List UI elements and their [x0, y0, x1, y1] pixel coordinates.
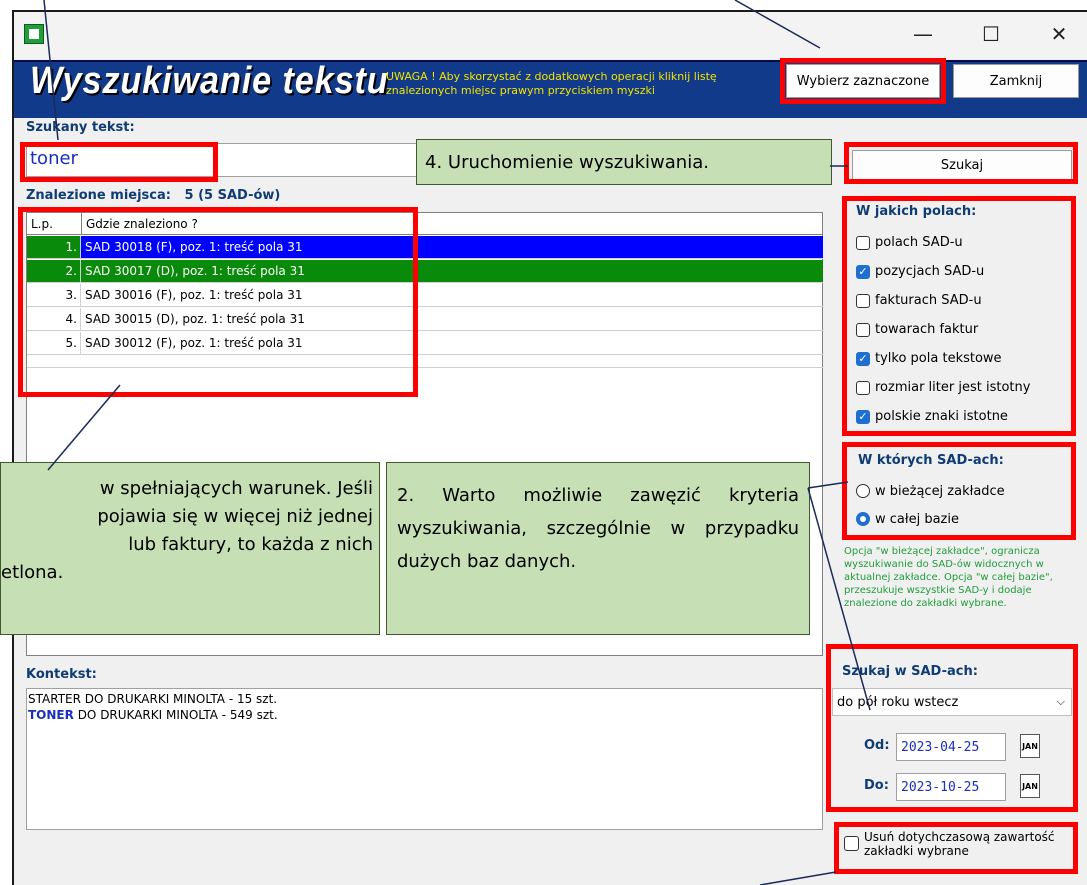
checkbox-polish-chars[interactable]: ✓ polskie znaki istotne: [856, 402, 1030, 431]
context-line: TONER DO DRUKARKI MINOLTA - 549 szt.: [28, 708, 278, 722]
to-label: Do:: [864, 778, 889, 793]
close-button[interactable]: Zamknij: [953, 64, 1079, 98]
radio-icon[interactable]: [856, 484, 870, 498]
checkbox-text-only[interactable]: ✓ tylko pola tekstowe: [856, 344, 1030, 373]
range-select[interactable]: do pół roku wstecz ⌵: [832, 688, 1072, 716]
radio-whole-db[interactable]: w całej bazie: [856, 508, 959, 530]
checkbox-label: rozmiar liter jest istotny: [875, 380, 1031, 395]
callout-narrow-criteria: 2. Warto możliwie zawęzić kryteria wyszu…: [386, 462, 810, 635]
checkbox-label: tylko pola tekstowe: [875, 351, 1002, 366]
checkbox-sad-fields[interactable]: polach SAD-u: [856, 228, 1030, 257]
sad-panel-note: Opcja "w bieżącej zakładce", ogranicza w…: [844, 546, 1053, 609]
fields-panel-list: polach SAD-u ✓ pozycjach SAD-u fakturach …: [856, 228, 1030, 431]
callout-line: etlona.: [1, 562, 64, 583]
warning-text: UWAGA ! Aby skorzystać z dodatkowych ope…: [386, 70, 717, 97]
radio-current-tab[interactable]: w bieżącej zakładce: [856, 480, 1005, 502]
highlight-box: [18, 207, 418, 397]
results-count: 5 (5 SAD-ów): [184, 188, 281, 203]
maximize-button[interactable]: ☐: [968, 15, 1014, 53]
results-label: Znalezione miejsca: 5 (5 SAD-ów): [26, 188, 281, 203]
radio-label: w całej bazie: [875, 511, 959, 527]
callout-run-search: 4. Uruchomienie wyszukiwania.: [416, 139, 832, 185]
fields-panel-title: W jakich polach:: [856, 204, 977, 219]
page-title: Wyszukiwanie tekstu: [30, 60, 389, 102]
checkbox-invoice-goods[interactable]: towarach faktur: [856, 315, 1030, 344]
context-label: Kontekst:: [26, 667, 97, 682]
radio-selected-icon[interactable]: [856, 512, 870, 526]
checkbox-label: fakturach SAD-u: [875, 293, 982, 308]
calendar-icon[interactable]: JAN: [1020, 734, 1040, 758]
close-window-button[interactable]: ✕: [1036, 15, 1082, 53]
clear-checkbox-label: Usuń dotychczasową zawartość zakładki wy…: [864, 830, 1055, 858]
checkbox-icon[interactable]: [844, 836, 859, 851]
highlight-box: [20, 142, 218, 182]
search-label: Szukany tekst:: [26, 120, 135, 135]
checkbox-icon[interactable]: [856, 235, 870, 250]
radio-label: w bieżącej zakładce: [875, 483, 1005, 499]
app-icon: [24, 24, 44, 44]
range-panel-title: Szukaj w SAD-ach:: [842, 664, 978, 679]
to-date-input[interactable]: 2023-10-25: [896, 773, 1006, 801]
from-label: Od:: [864, 738, 890, 753]
callout-results-info: w spełniających warunek. Jeśli pojawia s…: [0, 462, 380, 635]
clear-checkbox[interactable]: [844, 836, 864, 851]
callout-line: lub faktury, to każda z nich: [128, 534, 373, 555]
checkbox-label: polskie znaki istotne: [875, 409, 1008, 424]
checkbox-icon[interactable]: [856, 380, 870, 395]
checkbox-checked-icon[interactable]: ✓: [856, 409, 870, 424]
checkbox-checked-icon[interactable]: ✓: [856, 264, 870, 279]
minimize-button[interactable]: —: [900, 15, 946, 53]
callout-line: w spełniających warunek. Jeśli: [99, 478, 373, 499]
from-date-input[interactable]: 2023-04-25: [896, 733, 1006, 761]
checkbox-label: towarach faktur: [875, 322, 979, 337]
chevron-down-icon: ⌵: [1056, 695, 1065, 708]
context-line: STARTER DO DRUKARKI MINOLTA - 15 szt.: [28, 692, 278, 706]
highlight-box: [844, 142, 1078, 184]
calendar-icon[interactable]: JAN: [1020, 774, 1040, 798]
callout-line: pojawia się w więcej niż jednej: [97, 506, 373, 527]
checkbox-icon[interactable]: [856, 322, 870, 337]
sad-panel-title: W których SAD-ach:: [858, 453, 1004, 468]
range-select-value: do pół roku wstecz: [837, 694, 959, 710]
checkbox-sad-invoices[interactable]: fakturach SAD-u: [856, 286, 1030, 315]
checkbox-label: polach SAD-u: [875, 235, 963, 250]
checkbox-label: pozycjach SAD-u: [875, 264, 985, 279]
checkbox-case-sensitive[interactable]: rozmiar liter jest istotny: [856, 373, 1030, 402]
checkbox-sad-positions[interactable]: ✓ pozycjach SAD-u: [856, 257, 1030, 286]
checkbox-icon[interactable]: [856, 293, 870, 308]
highlight-box: [780, 58, 946, 104]
checkbox-checked-icon[interactable]: ✓: [856, 351, 870, 366]
